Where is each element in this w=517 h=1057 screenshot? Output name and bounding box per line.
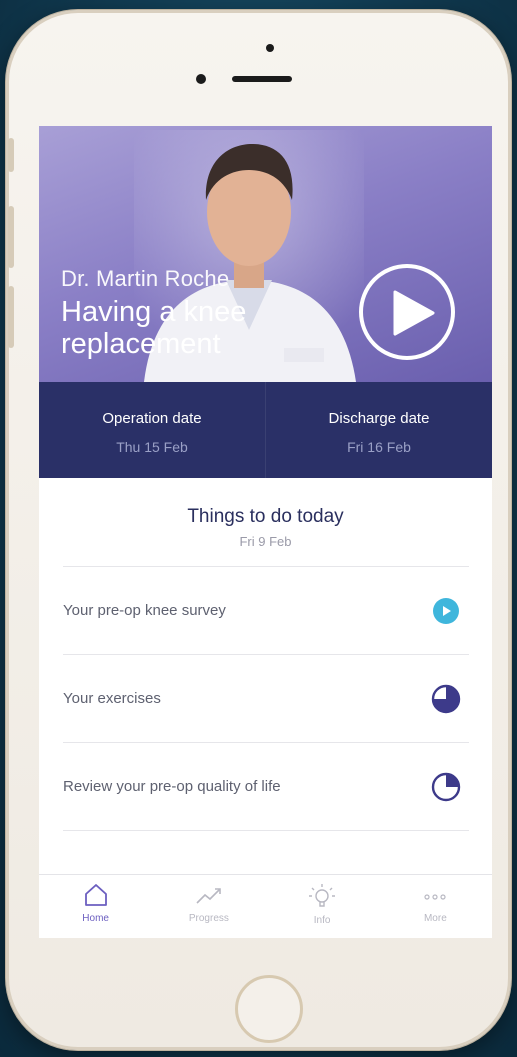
todo-item-quality-of-life[interactable]: Review your pre-op quality of life [63, 743, 469, 831]
video-title-line1: Having a knee [61, 296, 247, 328]
tab-more[interactable]: More [379, 875, 492, 938]
tab-label: Info [313, 915, 331, 926]
front-camera [266, 44, 274, 52]
doctor-name: Dr. Martin Roche [61, 266, 230, 291]
more-dots-icon [424, 894, 446, 900]
progress-pie-icon [431, 684, 461, 714]
home-icon [84, 884, 107, 906]
progress-pie-icon [431, 772, 461, 802]
mute-switch [8, 138, 14, 172]
tab-progress[interactable]: Progress [152, 875, 265, 938]
discharge-date-label: Discharge date [328, 410, 430, 427]
tab-label: Home [82, 913, 109, 924]
todo-item-label: Review your pre-op quality of life [63, 778, 281, 795]
bottom-tab-bar: Home Progress Info More [39, 874, 492, 938]
operation-date: Operation date Thu 15 Feb [39, 382, 265, 478]
operation-date-value: Thu 15 Feb [116, 439, 188, 455]
play-circle-icon [431, 596, 461, 626]
video-title-line2: replacement [61, 328, 221, 360]
video-hero[interactable]: Dr. Martin Roche Having a knee replaceme… [39, 126, 492, 382]
todo-item-exercises[interactable]: Your exercises [63, 655, 469, 743]
app-screen: Dr. Martin Roche Having a knee replaceme… [39, 126, 492, 938]
tab-label: More [423, 913, 447, 924]
todo-list: Your pre-op knee survey Your exercises R… [63, 566, 469, 831]
todo-title: Things to do today [187, 506, 344, 527]
discharge-date: Discharge date Fri 16 Feb [265, 382, 492, 478]
tab-home[interactable]: Home [39, 875, 152, 938]
trend-icon [196, 888, 221, 904]
surgery-dates-panel: Operation date Thu 15 Feb Discharge date… [39, 382, 492, 478]
tab-info[interactable]: Info [266, 875, 379, 938]
volume-down-button [8, 286, 14, 348]
todo-item-label: Your pre-op knee survey [63, 602, 226, 619]
operation-date-label: Operation date [102, 410, 202, 427]
home-hardware-button[interactable] [235, 975, 303, 1043]
discharge-date-value: Fri 16 Feb [347, 439, 411, 455]
todo-item-knee-survey[interactable]: Your pre-op knee survey [63, 567, 469, 655]
play-video-button[interactable] [359, 264, 455, 360]
todo-header: Things to do today Fri 9 Feb [39, 506, 492, 549]
video-title: Having a knee replacement [61, 296, 246, 360]
todo-item-label: Your exercises [63, 690, 161, 707]
todo-date: Fri 9 Feb [239, 534, 292, 549]
tab-label: Progress [188, 913, 229, 924]
lightbulb-icon [309, 884, 336, 907]
proximity-sensor [196, 74, 206, 84]
play-icon [393, 290, 435, 336]
earpiece-speaker [232, 76, 292, 82]
volume-up-button [8, 206, 14, 268]
